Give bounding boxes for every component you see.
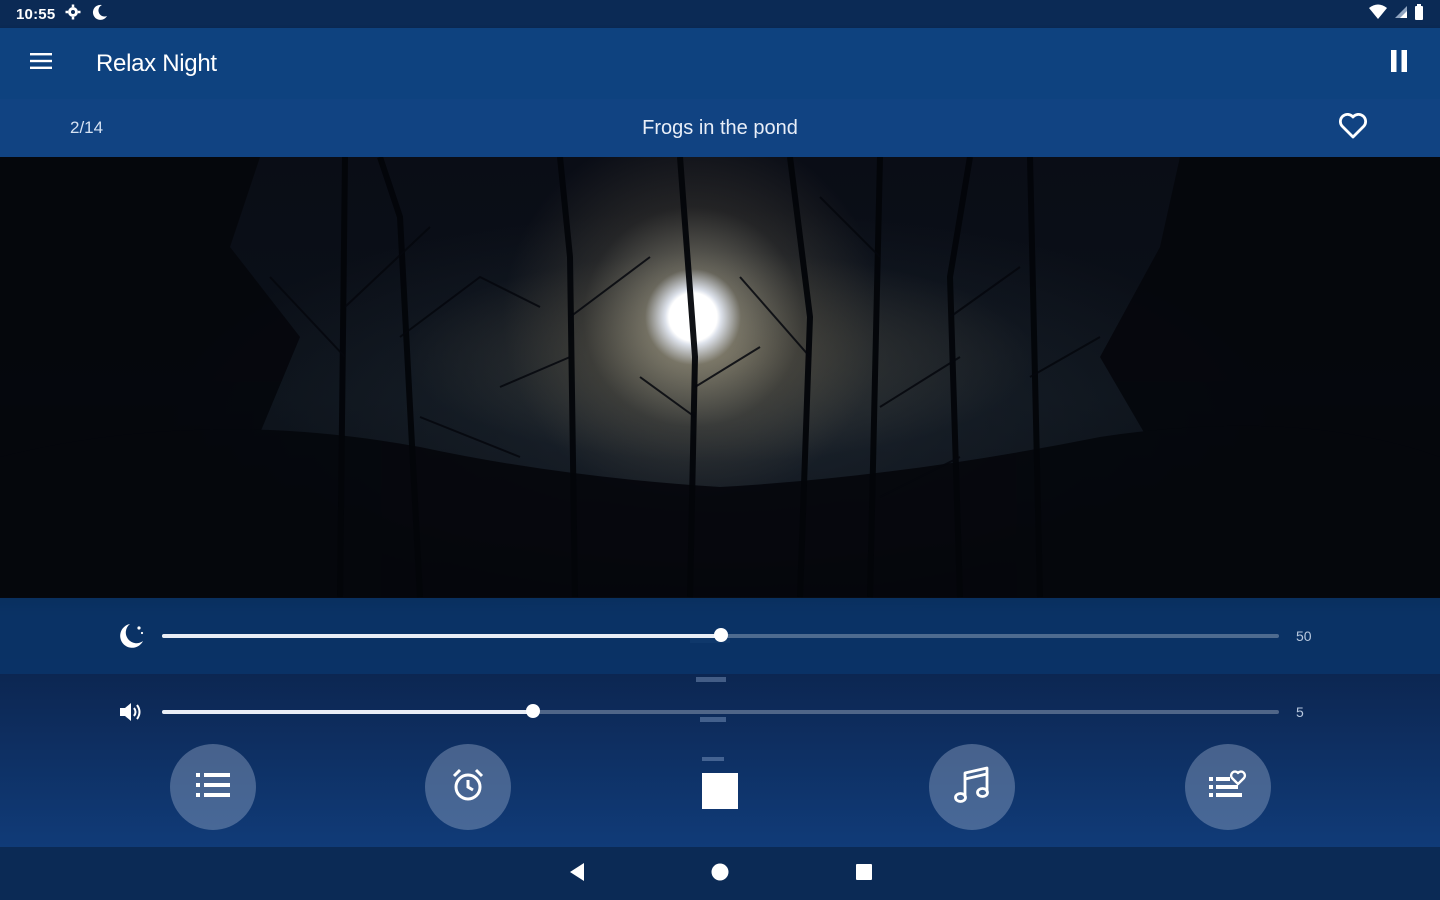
music-note-icon — [953, 765, 991, 810]
back-button[interactable] — [565, 862, 589, 886]
recents-button[interactable] — [852, 862, 876, 886]
moon-icon — [91, 3, 109, 26]
sleep-timer-slider[interactable] — [162, 628, 1279, 642]
favorites-list-icon — [1209, 769, 1247, 806]
list-icon — [196, 771, 230, 804]
favorite-button[interactable] — [1336, 111, 1370, 145]
sleep-timer-fill — [162, 634, 721, 638]
system-navigation-bar — [0, 847, 1440, 900]
home-icon — [710, 862, 730, 887]
alarm-clock-icon — [450, 767, 486, 808]
back-icon — [568, 862, 586, 887]
volume-value: 5 — [1296, 704, 1304, 720]
battery-icon — [1414, 3, 1424, 25]
speaker-icon — [116, 697, 146, 727]
heart-outline-icon — [1338, 112, 1368, 145]
wifi-icon — [1368, 4, 1388, 25]
gear-icon — [65, 4, 81, 25]
app-bar: Relax Night — [0, 28, 1440, 99]
stop-button[interactable] — [702, 773, 738, 809]
playback-controls — [0, 742, 1440, 832]
app-title: Relax Night — [96, 49, 217, 77]
status-bar: 10:55 — [0, 0, 1440, 28]
track-info-bar: 2/14 Frogs in the pond — [0, 99, 1440, 157]
sleep-timer-thumb[interactable] — [713, 628, 728, 642]
recents-icon — [855, 863, 873, 886]
signal-icon — [1394, 5, 1408, 24]
sleep-timer-row: 50 — [0, 598, 1440, 674]
volume-fill — [162, 710, 533, 714]
sleep-timer-value: 50 — [1296, 628, 1312, 644]
alarm-button[interactable] — [425, 744, 511, 830]
menu-icon — [30, 53, 52, 74]
music-button[interactable] — [929, 744, 1015, 830]
volume-thumb[interactable] — [525, 704, 540, 718]
home-button[interactable] — [708, 862, 732, 886]
pause-button[interactable] — [1382, 47, 1416, 81]
volume-row: 5 — [0, 674, 1440, 750]
volume-slider[interactable] — [162, 704, 1279, 718]
status-time: 10:55 — [16, 5, 56, 23]
sound-list-button[interactable] — [170, 744, 256, 830]
track-title: Frogs in the pond — [642, 116, 798, 139]
moon-stars-icon — [116, 621, 146, 651]
menu-button[interactable] — [24, 47, 58, 81]
favorites-list-button[interactable] — [1185, 744, 1271, 830]
pause-icon — [1389, 50, 1409, 77]
